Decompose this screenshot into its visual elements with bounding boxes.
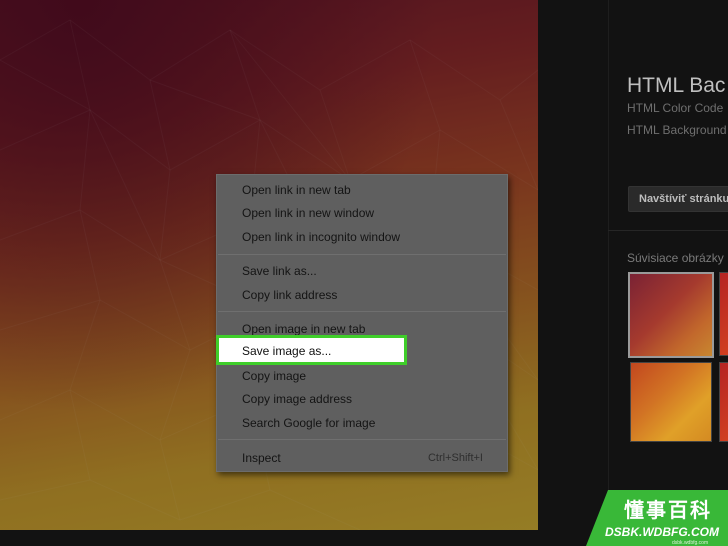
menu-separator xyxy=(218,311,506,312)
save-image-as-label: Save image as... xyxy=(242,344,332,358)
image-subtitle-link[interactable]: HTML Color Code xyxy=(627,101,723,115)
panel-divider xyxy=(608,0,609,530)
related-thumbnail[interactable] xyxy=(628,272,714,358)
related-thumbnail[interactable] xyxy=(719,362,728,442)
visit-page-button[interactable]: Navštíviť stránku xyxy=(628,186,728,212)
menu-item-copy-image[interactable]: Copy image xyxy=(242,369,306,383)
related-thumbnail[interactable] xyxy=(630,362,712,442)
image-description: HTML Background xyxy=(627,123,727,137)
menu-item-copy-link-address[interactable]: Copy link address xyxy=(242,288,337,302)
context-menu: Open link in new tab Open link in new wi… xyxy=(216,174,508,472)
menu-separator xyxy=(218,439,506,440)
menu-item-inspect[interactable]: Inspect xyxy=(242,451,281,465)
menu-item-open-image-new-tab[interactable]: Open image in new tab xyxy=(242,322,365,336)
related-images-heading: Súvisiace obrázky xyxy=(627,251,724,265)
related-thumbnail[interactable] xyxy=(719,272,728,356)
menu-item-search-google-image[interactable]: Search Google for image xyxy=(242,416,375,430)
menu-item-open-link-new-tab[interactable]: Open link in new tab xyxy=(242,183,351,197)
watermark-small-text: dsbk.wdbfg.com xyxy=(672,540,709,546)
menu-item-open-link-incognito[interactable]: Open link in incognito window xyxy=(242,230,400,244)
menu-item-save-image-as[interactable]: Save image as... xyxy=(216,335,407,365)
image-title[interactable]: HTML Bac xyxy=(627,74,725,98)
menu-separator xyxy=(218,254,506,255)
watermark-chinese-text: 懂事百科 xyxy=(624,500,712,522)
side-divider xyxy=(608,230,728,231)
menu-item-open-link-new-window[interactable]: Open link in new window xyxy=(242,206,374,220)
watermark-domain: DSBK.WDBFG.COM xyxy=(605,525,719,539)
menu-item-save-link-as[interactable]: Save link as... xyxy=(242,264,317,278)
menu-item-copy-image-address[interactable]: Copy image address xyxy=(242,392,352,406)
inspect-shortcut: Ctrl+Shift+I xyxy=(427,452,483,464)
